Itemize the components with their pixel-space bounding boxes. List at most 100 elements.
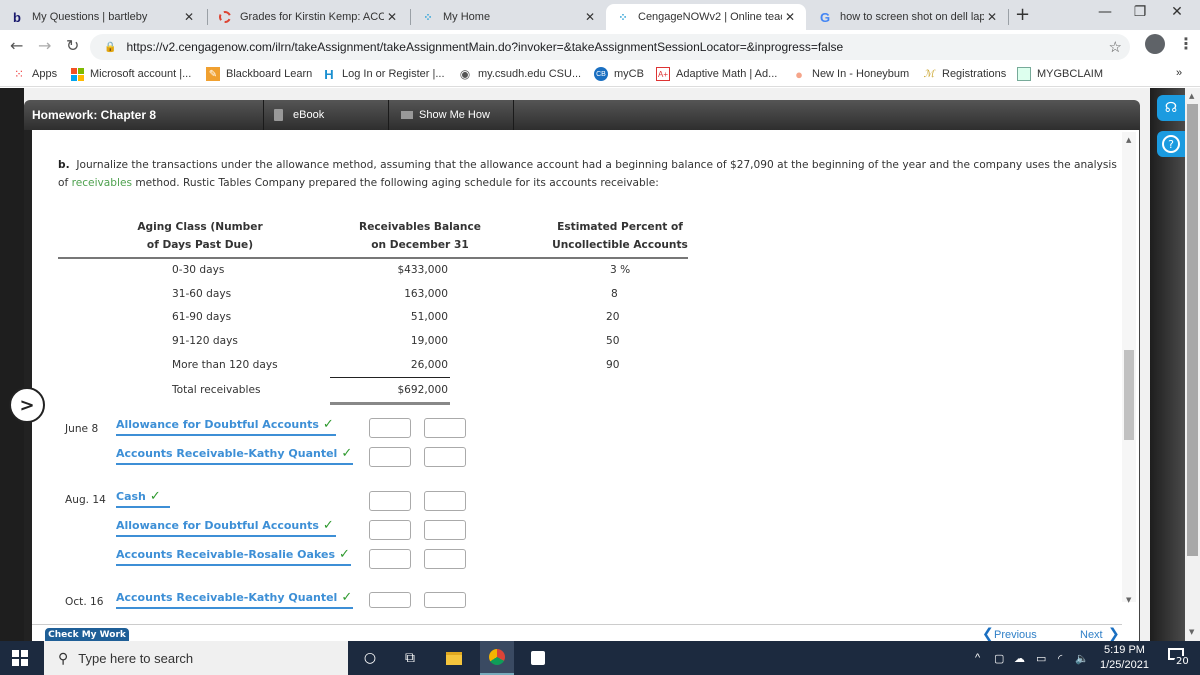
battery-icon[interactable]: ▭ (1036, 652, 1046, 665)
tab-grades[interactable]: Grades for Kirstin Kemp: ACCTC ✕ (208, 4, 408, 30)
back-arrow-icon[interactable]: ← (10, 36, 23, 55)
balance-cell: 163,000 (404, 288, 448, 300)
page-scroll-down-icon[interactable]: ▼ (1189, 628, 1194, 636)
percent-cell: 8 (611, 288, 618, 300)
forward-arrow-icon[interactable]: → (38, 36, 51, 55)
right-tool-strip (1150, 88, 1185, 641)
page-scrollbar-thumb[interactable] (1187, 104, 1198, 556)
bookmark-microsoft[interactable]: Microsoft account |... (70, 67, 191, 81)
onedrive-icon[interactable]: ☁ (1014, 652, 1025, 665)
credit-input[interactable] (424, 418, 466, 438)
tab-ebook[interactable]: eBook (264, 100, 389, 130)
action-center-button[interactable]: 20 (1166, 648, 1191, 668)
total-value: $692,000 (397, 384, 448, 396)
volume-icon[interactable]: 🔈 (1075, 652, 1089, 665)
close-tab-icon[interactable]: ✕ (782, 10, 798, 24)
support-headset-button[interactable]: ☊ (1157, 95, 1185, 121)
bookmark-registrations[interactable]: ℳ Registrations (922, 67, 1007, 81)
address-bar[interactable]: 🔒 https://v2.cengagenow.com/ilrn/takeAss… (90, 34, 1130, 60)
debit-input[interactable] (369, 418, 411, 438)
credit-input[interactable] (424, 592, 466, 608)
bookmark-mycb[interactable]: CB myCB (594, 67, 644, 81)
close-tab-icon[interactable]: ✕ (984, 10, 1000, 24)
debit-input[interactable] (369, 520, 411, 540)
system-clock[interactable]: 5:19 PM 1/25/2021 (1100, 643, 1149, 673)
check-my-work-button[interactable]: Check My Work (45, 628, 129, 642)
total-label: Total receivables (172, 384, 261, 396)
account-select[interactable]: Accounts Receivable-Kathy Quantel ✓ (116, 590, 353, 609)
debit-input[interactable] (369, 447, 411, 467)
credit-input[interactable] (424, 520, 466, 540)
show-hidden-icons[interactable]: ^ (975, 652, 980, 664)
page-scroll-up-icon[interactable]: ▲ (1189, 92, 1194, 100)
h-icon: H (324, 66, 334, 82)
close-tab-icon[interactable]: ✕ (181, 10, 197, 24)
restore-button[interactable]: ❐ (1130, 4, 1150, 20)
task-view-icon[interactable]: ⧉ (400, 649, 420, 667)
account-select[interactable]: Accounts Receivable-Rosalie Oakes ✓ (116, 547, 351, 566)
mygbclaim-icon (1017, 67, 1031, 81)
windows-start-icon[interactable] (12, 650, 28, 666)
bookmark-star-icon[interactable]: ☆ (1109, 38, 1122, 56)
close-tab-icon[interactable]: ✕ (384, 10, 400, 24)
bookmark-adaptive-math[interactable]: A+ Adaptive Math | Ad... (656, 67, 777, 81)
balance-cell: 26,000 (410, 359, 448, 371)
correct-check-icon: ✓ (149, 489, 161, 504)
previous-arrow-icon[interactable]: ❮ (982, 626, 994, 642)
file-explorer-icon[interactable] (444, 649, 464, 667)
tab-cengagenow[interactable]: ⁘ CengageNOWv2 | Online teach ✕ (606, 4, 806, 30)
debit-input[interactable] (369, 491, 411, 511)
account-select[interactable]: Cash ✓ (116, 489, 170, 508)
cb-icon: CB (594, 67, 608, 81)
close-tab-icon[interactable]: ✕ (582, 10, 598, 24)
tab-google-search[interactable]: G how to screen shot on dell lapt ✕ (808, 4, 1008, 30)
next-arrow-icon[interactable]: ❯ (1108, 626, 1120, 642)
bookmark-csudh[interactable]: ◉ my.csudh.edu CSU... (458, 67, 581, 81)
content-scrollbar-thumb[interactable] (1124, 350, 1134, 440)
credit-input[interactable] (424, 549, 466, 569)
scroll-up-arrow-icon[interactable]: ▲ (1126, 136, 1131, 144)
bookmark-mygbclaim[interactable]: MYGBCLAIM (1017, 67, 1103, 81)
new-tab-button[interactable]: + (1015, 4, 1030, 25)
receivables-link[interactable]: receivables (72, 177, 132, 189)
minimize-button[interactable]: — (1095, 4, 1115, 20)
previous-button[interactable]: Previous (994, 629, 1037, 641)
tab-show-me-how[interactable]: Show Me How (389, 100, 514, 130)
wifi-icon[interactable]: ◜ (1058, 652, 1062, 665)
store-icon[interactable] (528, 649, 548, 667)
next-button[interactable]: Next (1080, 629, 1103, 641)
help-button[interactable]: ? (1157, 131, 1185, 157)
browser-menu-icon[interactable]: ⋮ (1178, 34, 1194, 53)
bookmark-honeybum[interactable]: ● New In - Honeybum (792, 67, 909, 82)
account-select[interactable]: Allowance for Doubtful Accounts ✓ (116, 518, 336, 537)
account-select[interactable]: Accounts Receivable-Kathy Quantel ✓ (116, 446, 353, 465)
close-window-button[interactable]: ✕ (1167, 4, 1187, 20)
aging-class-cell: 0-30 days (172, 264, 225, 276)
taskbar-search-box[interactable]: ⚲ Type here to search (44, 641, 348, 675)
registrations-icon: ℳ (923, 68, 935, 80)
meet-now-icon[interactable]: ▢ (994, 652, 1004, 665)
chrome-taskbar-icon[interactable] (480, 641, 514, 675)
cengage-icon: ⁘ (618, 11, 628, 24)
expand-sidebar-button[interactable]: > (9, 387, 45, 423)
debit-input[interactable] (369, 592, 411, 608)
tab-my-home[interactable]: ⁘ My Home ✕ (411, 4, 606, 30)
bookmarks-overflow-button[interactable]: » (1176, 67, 1182, 79)
bookmark-apps[interactable]: ⁙ Apps (12, 67, 57, 81)
bookmark-blackboard[interactable]: ✎ Blackboard Learn (206, 67, 312, 81)
credit-input[interactable] (424, 447, 466, 467)
credit-input[interactable] (424, 491, 466, 511)
balance-cell: 51,000 (410, 311, 448, 323)
footer-bar (32, 624, 1122, 641)
scroll-down-arrow-icon[interactable]: ▼ (1126, 596, 1131, 604)
profile-avatar-icon[interactable] (1145, 34, 1165, 54)
bookmark-login[interactable]: H Log In or Register |... (322, 66, 444, 82)
reload-icon[interactable]: ↻ (66, 36, 79, 55)
tab-bartleby[interactable]: b My Questions | bartleby ✕ (0, 4, 205, 30)
cortana-icon[interactable]: ○ (360, 649, 380, 667)
header-estimated-percent: Estimated Percent of Uncollectible Accoun… (552, 221, 688, 251)
help-icon: ? (1162, 135, 1180, 153)
aging-class-cell: 31-60 days (172, 288, 232, 300)
debit-input[interactable] (369, 549, 411, 569)
account-select[interactable]: Allowance for Doubtful Accounts ✓ (116, 417, 336, 436)
